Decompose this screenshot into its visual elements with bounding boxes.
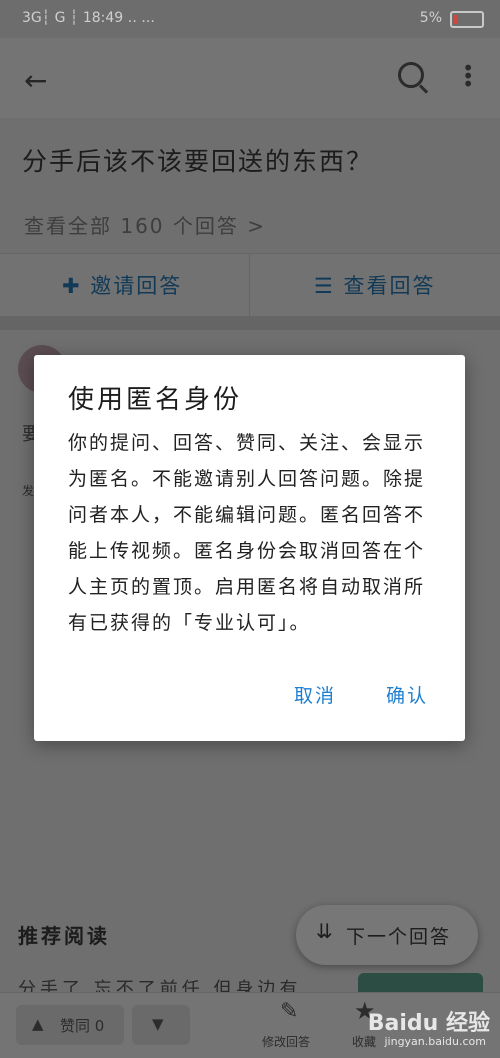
action-row: ✚ 邀请回答 ☰ 查看回答 <box>0 253 500 317</box>
watermark-site: jingyan.baidu.com <box>384 1035 486 1048</box>
watermark-brand: Baidu 经验 <box>367 1011 490 1036</box>
downvote-button[interactable]: ▼ <box>132 1005 190 1045</box>
next-answer-label: 下一个回答 <box>346 926 452 948</box>
battery-icon <box>450 11 484 28</box>
edit-answer-label[interactable]: 修改回答 <box>262 1033 310 1050</box>
invite-answer-label: 邀请回答 <box>90 274 183 298</box>
question-title: 分手后该不该要回送的东西？ <box>22 147 374 176</box>
cancel-button[interactable]: 取消 <box>294 681 336 708</box>
pencil-icon[interactable]: ✎ <box>280 999 298 1024</box>
battery-text: 5% <box>419 10 442 26</box>
dialog-body: 你的提问、回答、赞同、关注、会显示为匿名。不能邀请别人回答问题。除提问者本人，不… <box>68 432 426 634</box>
add-user-icon: ✚ <box>62 274 82 298</box>
invite-answer-button[interactable]: ✚ 邀请回答 <box>62 270 182 300</box>
top-bar: ← • • • <box>0 38 500 118</box>
like-label: 赞同 0 <box>60 1017 105 1035</box>
back-arrow-icon[interactable]: ← <box>24 64 47 97</box>
status-left: 3G┆ G ┆ 18:49 ․․ ... <box>22 10 155 26</box>
confirm-button[interactable]: 确认 <box>386 681 428 708</box>
view-all-answers-link[interactable]: 查看全部 160 个回答 > <box>24 210 266 239</box>
upvote-icon: ▲ <box>32 1015 44 1033</box>
divider <box>249 254 250 316</box>
list-edit-icon: ☰ <box>314 274 335 298</box>
recommend-heading: 推荐阅读 <box>18 924 110 948</box>
downvote-icon: ▼ <box>152 1015 164 1033</box>
status-bar: 3G┆ G ┆ 18:49 ․․ ... 5% <box>0 0 500 38</box>
search-icon[interactable] <box>398 62 424 88</box>
like-button[interactable]: ▲ 赞同 0 <box>16 1005 124 1045</box>
anonymous-dialog: 使用匿名身份 你的提问、回答、赞同、关注、会显示为匿名。不能邀请别人回答问题。除… <box>34 355 465 741</box>
answer-meta-fragment: 发 <box>22 484 35 498</box>
view-answers-label: 查看回答 <box>343 274 436 298</box>
section-separator <box>0 316 500 330</box>
dialog-title: 使用匿名身份 <box>68 385 243 415</box>
view-answers-button[interactable]: ☰ 查看回答 <box>314 270 436 300</box>
more-vertical-icon[interactable]: • • • <box>462 58 474 94</box>
double-chevron-down-icon: ⇊ <box>316 919 333 943</box>
next-answer-button[interactable]: ⇊ 下一个回答 <box>296 905 478 965</box>
